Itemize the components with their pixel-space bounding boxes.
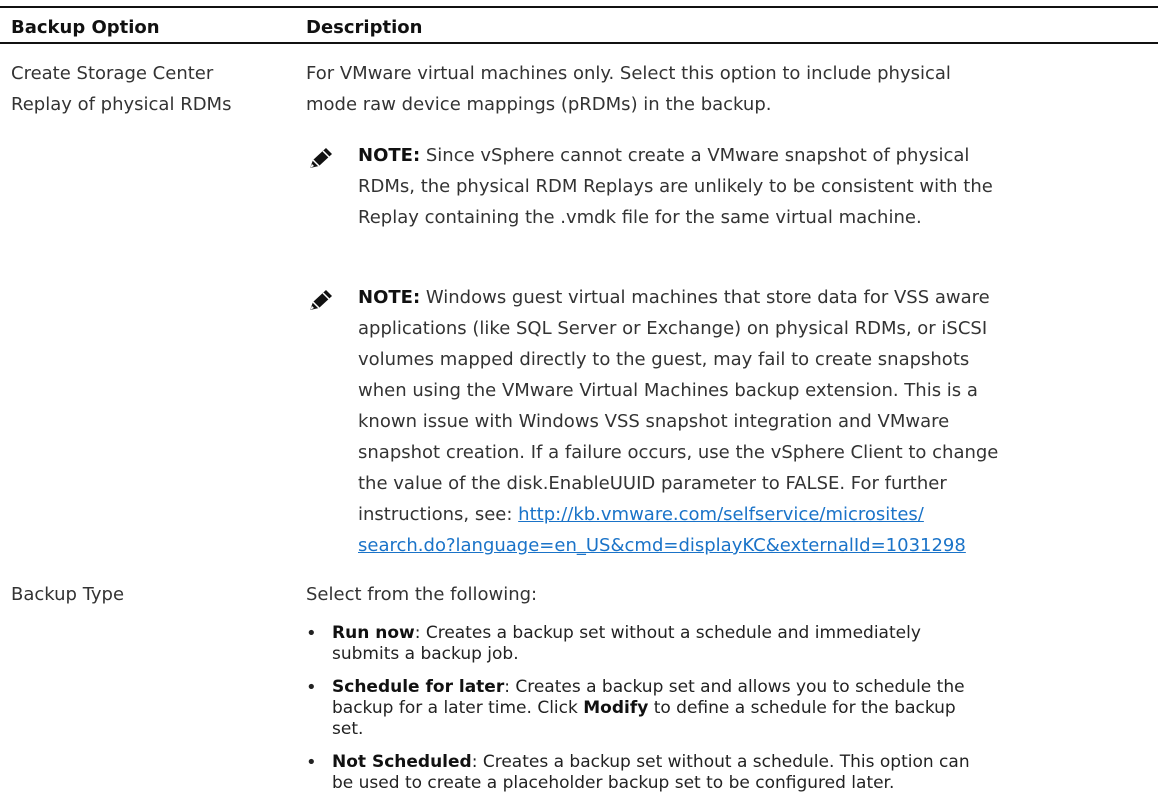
pencil-note-icon [310,148,332,168]
modify-term: Modify [583,698,649,718]
row2-option: Backup Type [11,584,125,605]
schedule-line1-text: : Creates a backup set and allows you to… [504,677,965,697]
note-2-line8-prefix: instructions, see: [358,504,519,525]
note-2-line7: the value of the disk.EnableUUID paramet… [358,473,947,494]
bullet-dot: • [306,752,317,773]
schedule-line3: set. [332,719,364,739]
note-2-label: NOTE: [358,287,421,308]
column-header-backup-option: Backup Option [11,17,160,38]
schedule-line2-b: to define a schedule for the backup [648,698,956,718]
not-scheduled-line1: Not Scheduled: Creates a backup set with… [332,752,1152,773]
row2-intro: Select from the following: [306,584,538,605]
note-1-line2: RDMs, the physical RDM Replays are unlik… [358,176,993,197]
table-top-rule [0,6,1158,8]
not-scheduled-line1-text: : Creates a backup set without a schedul… [471,752,970,772]
not-scheduled-term: Not Scheduled [332,752,472,772]
note-2-line1-text: Windows guest virtual machines that stor… [420,287,990,308]
note-2-line2: applications (like SQL Server or Exchang… [358,318,988,339]
schedule-term: Schedule for later [332,677,505,697]
pencil-note-icon [310,290,332,310]
note-2-line5: known issue with Windows VSS snapshot in… [358,411,950,432]
schedule-line2-a: backup for a later time. Click [332,698,584,718]
header-rule [0,42,1158,44]
note-1-line1-text: Since vSphere cannot create a VMware sna… [420,145,970,166]
note-2-line1: NOTE: Windows guest virtual machines tha… [358,282,1128,313]
note-2-line9: search.do?language=en_US&cmd=displayKC&e… [358,530,1128,561]
row1-option-line2: Replay of physical RDMs [11,94,232,115]
row1-option-line1: Create Storage Center [11,63,214,84]
run-now-line2: submits a backup job. [332,644,519,664]
schedule-line1: Schedule for later: Creates a backup set… [332,677,1152,698]
row1-desc-line2: mode raw device mappings (pRDMs) in the … [306,94,772,115]
kb-article-link-part2[interactable]: search.do?language=en_US&cmd=displayKC&e… [358,535,966,556]
row1-desc-line1: For VMware virtual machines only. Select… [306,63,951,84]
note-2-line8: instructions, see: http://kb.vmware.com/… [358,499,1128,530]
note-2-line3: volumes mapped directly to the guest, ma… [358,349,970,370]
bullet-dot: • [306,677,317,698]
bullet-dot: • [306,623,317,644]
kb-article-link-part1[interactable]: http://kb.vmware.com/selfservice/microsi… [518,504,924,525]
note-2-line6: snapshot creation. If a failure occurs, … [358,442,999,463]
not-scheduled-line2: be used to create a placeholder backup s… [332,773,895,793]
run-now-term: Run now [332,623,415,643]
note-1-label: NOTE: [358,145,421,166]
schedule-line2: backup for a later time. Click Modify to… [332,698,1152,719]
note-1-line3: Replay containing the .vmdk file for the… [358,207,922,228]
column-header-description: Description [306,17,423,38]
run-now-line1-text: : Creates a backup set without a schedul… [414,623,921,643]
run-now-line1: Run now: Creates a backup set without a … [332,623,1152,644]
backup-options-table: Backup Option Description Create Storage… [0,0,1158,797]
note-1-line1: NOTE: Since vSphere cannot create a VMwa… [358,140,1128,171]
note-2-line4: when using the VMware Virtual Machines b… [358,380,978,401]
